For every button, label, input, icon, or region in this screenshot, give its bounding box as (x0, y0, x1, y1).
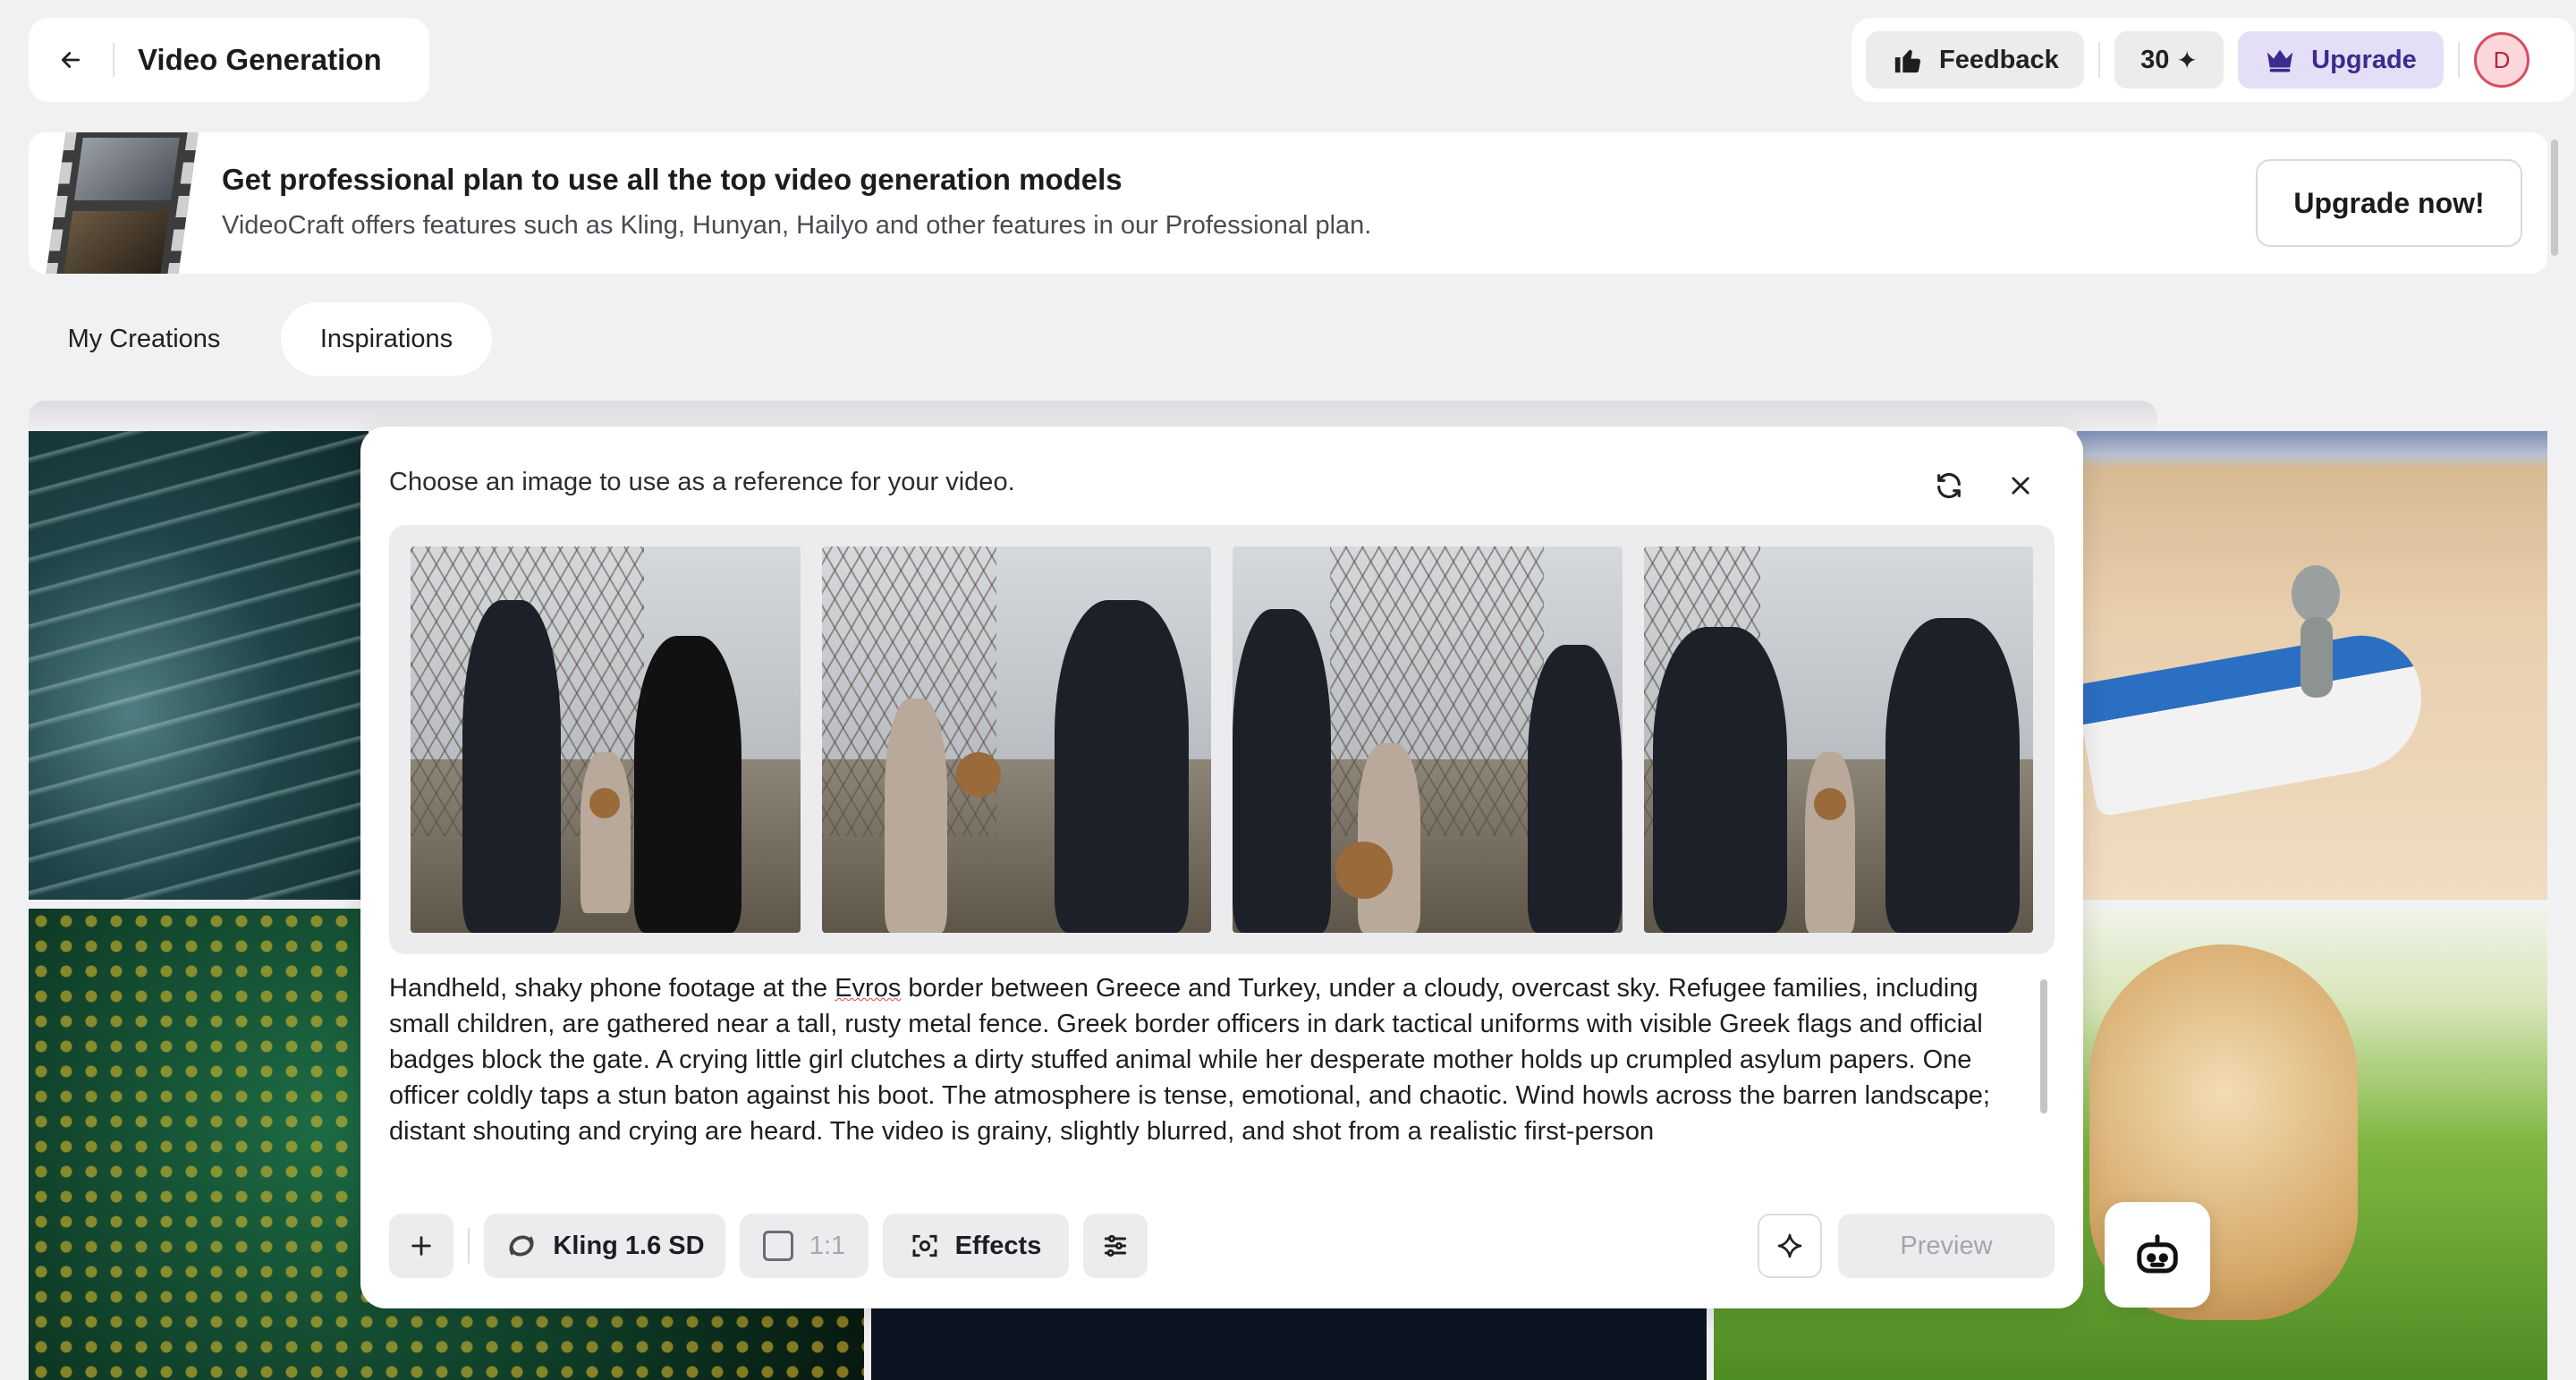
gallery-tile-water[interactable] (29, 431, 369, 900)
reference-image-option[interactable] (1233, 546, 1623, 933)
thumbs-up-icon (1894, 49, 1921, 73)
credits-count: 30 (2140, 45, 2170, 74)
model-label: Kling 1.6 SD (553, 1231, 705, 1260)
promo-title: Get professional plan to use all the top… (222, 163, 1123, 196)
reference-image-option[interactable] (411, 546, 801, 933)
promo-banner: Get professional plan to use all the top… (29, 132, 2547, 274)
back-button[interactable] (29, 18, 113, 102)
title-card: Video Generation (29, 18, 429, 102)
credits-badge[interactable]: 30 ✦ (2114, 31, 2224, 89)
upgrade-now-button[interactable]: Upgrade now! (2256, 159, 2522, 247)
film-strip-image (44, 132, 199, 274)
aspect-ratio-selector[interactable]: 1:1 (740, 1214, 869, 1278)
prompt-text: Evros (835, 974, 902, 1003)
aspect-ratio-label: 1:1 (809, 1231, 846, 1260)
prompt-scrollbar[interactable] (2040, 979, 2047, 1113)
square-ratio-icon (762, 1231, 793, 1261)
avatar[interactable]: D (2474, 32, 2529, 88)
reference-image-modal: Choose an image to use as a reference fo… (360, 427, 2083, 1308)
top-actions: Feedback 30 ✦ Upgrade D (1852, 18, 2574, 102)
divider (468, 1228, 470, 1264)
feedback-button[interactable]: Feedback (1866, 31, 2084, 89)
model-selector[interactable]: Kling 1.6 SD (484, 1214, 725, 1278)
page-scrollbar[interactable] (2551, 140, 2558, 256)
page-title: Video Generation (138, 43, 382, 76)
plus-icon (411, 1236, 431, 1256)
tab-my-creations[interactable]: My Creations (32, 302, 256, 376)
effects-label: Effects (954, 1231, 1042, 1260)
divider (2098, 42, 2100, 78)
refresh-button[interactable] (1924, 461, 1974, 511)
divider (113, 43, 114, 77)
promo-subtitle: VideoCraft offers features such as Kling… (222, 211, 1372, 240)
gallery-tile-alien-boat[interactable] (2077, 431, 2547, 900)
prompt-textarea[interactable]: Handheld, shaky phone footage at the Evr… (389, 970, 2033, 1149)
reference-image-option[interactable] (1643, 546, 2033, 933)
effects-button[interactable]: Effects (883, 1214, 1069, 1278)
close-icon (2012, 477, 2029, 495)
sparkle-icon: ✦ (2176, 46, 2198, 74)
close-button[interactable] (1996, 461, 2046, 511)
tab-inspirations[interactable]: Inspirations (281, 302, 492, 376)
sliders-icon (1104, 1234, 1127, 1257)
prompt-text: Handheld, shaky phone footage at the (389, 974, 835, 1003)
preview-button[interactable]: Preview (1838, 1214, 2055, 1278)
enhance-prompt-button[interactable] (1758, 1214, 1822, 1278)
robot-icon (2137, 1234, 2178, 1274)
modal-title: Choose an image to use as a reference fo… (389, 468, 1015, 496)
arrow-left-icon (61, 52, 80, 68)
reference-image-grid (389, 525, 2055, 954)
refresh-icon (1937, 472, 1961, 499)
upgrade-button[interactable]: Upgrade (2238, 31, 2444, 89)
kling-logo-icon (509, 1235, 534, 1257)
feedback-label: Feedback (1939, 45, 2059, 74)
add-button[interactable] (389, 1214, 453, 1278)
reference-image-option[interactable] (821, 546, 1211, 933)
assistant-button[interactable] (2105, 1202, 2210, 1308)
generation-toolbar: Kling 1.6 SD 1:1 Effects Preview (389, 1214, 2055, 1278)
divider (2458, 42, 2460, 78)
sparkle-icon (1777, 1233, 1802, 1258)
settings-button[interactable] (1083, 1214, 1148, 1278)
effects-icon (912, 1234, 937, 1257)
upgrade-label: Upgrade (2311, 45, 2417, 74)
crown-icon (2267, 49, 2293, 72)
